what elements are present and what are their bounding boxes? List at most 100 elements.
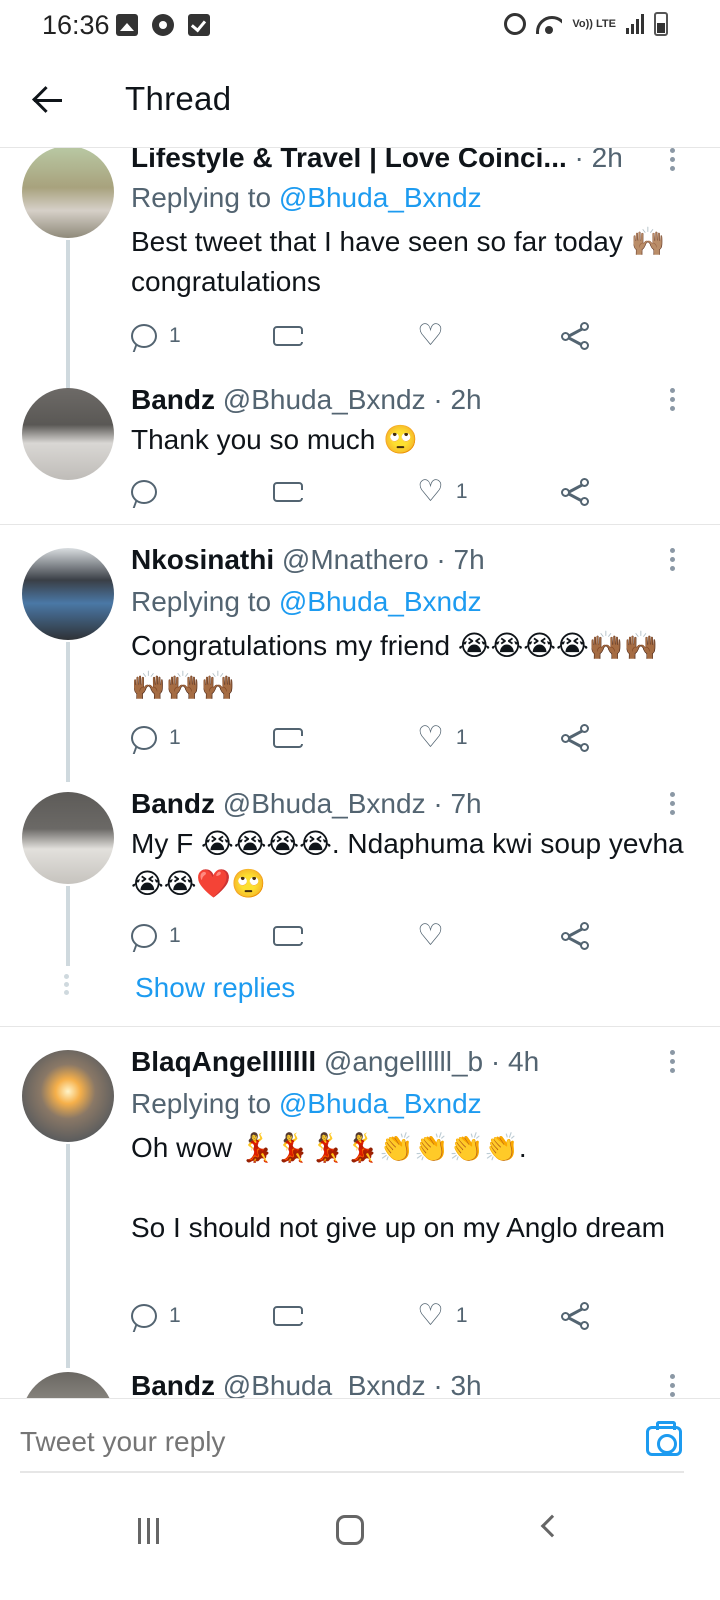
retweet-icon — [273, 926, 305, 946]
reply-count: 1 — [169, 924, 181, 947]
retweet-button[interactable] — [273, 1298, 315, 1334]
more-options-icon[interactable] — [668, 548, 676, 576]
more-options-icon[interactable] — [668, 388, 676, 416]
author-name[interactable]: Lifestyle & Travel | Love Coinci... — [131, 148, 567, 173]
replying-to-mention[interactable]: @Bhuda_Bxndz — [279, 586, 482, 617]
reply-button[interactable] — [131, 474, 169, 510]
tweet-time: · 2h — [574, 148, 623, 173]
heart-icon: ♡ — [417, 1299, 444, 1332]
author-handle[interactable]: @Bhuda_Bxndz — [223, 384, 426, 415]
like-count: 1 — [455, 1304, 468, 1327]
retweet-button[interactable] — [273, 474, 315, 510]
author-handle[interactable]: @Bhuda_Bxndz — [223, 1370, 426, 1398]
share-icon — [561, 922, 589, 950]
avatar[interactable] — [22, 792, 114, 884]
tweet-time: · 4h — [490, 1046, 540, 1077]
volte-icon: Vo)) LTE — [572, 17, 616, 30]
reply-button[interactable]: 1 — [131, 318, 181, 354]
thread-line — [66, 642, 70, 782]
author-name[interactable]: BlaqAngelllllll — [131, 1046, 316, 1077]
author-name[interactable]: Bandz — [131, 788, 215, 819]
replying-prefix: Replying to — [131, 1088, 279, 1119]
heart-icon: ♡ — [417, 919, 444, 952]
share-icon — [561, 724, 589, 752]
share-button[interactable] — [561, 474, 589, 510]
retweet-button[interactable] — [273, 318, 315, 354]
home-icon[interactable] — [336, 1515, 364, 1545]
gear-icon — [152, 14, 174, 36]
tweet[interactable]: BlaqAngelllllll @angellllll_b · 4h Reply… — [0, 1036, 720, 1368]
status-bar: 16:36 Vo)) LTE — [0, 0, 720, 52]
author-name[interactable]: Nkosinathi — [131, 544, 274, 575]
share-button[interactable] — [561, 720, 589, 756]
page-title: Thread — [125, 80, 232, 117]
recent-apps-icon[interactable] — [138, 1518, 166, 1544]
checkbox-icon — [188, 14, 210, 36]
tweet-time: · 2h — [433, 384, 482, 415]
reply-icon — [131, 324, 157, 348]
tweet-time: · 3h — [433, 1370, 482, 1398]
reply-icon — [131, 924, 157, 948]
retweet-icon — [273, 482, 305, 502]
show-replies-link[interactable]: Show replies — [135, 972, 295, 1004]
camera-icon[interactable] — [646, 1421, 682, 1456]
tweet-actions: 1 ♡ — [131, 918, 611, 954]
signal-icon — [626, 14, 644, 34]
tweet[interactable]: Bandz @Bhuda_Bxndz · 3h — [0, 1370, 720, 1398]
replying-to-mention[interactable]: @Bhuda_Bxndz — [279, 1088, 482, 1119]
divider — [0, 1026, 720, 1027]
more-options-icon[interactable] — [668, 148, 676, 176]
more-options-icon[interactable] — [668, 1374, 676, 1398]
more-options-icon[interactable] — [668, 1050, 676, 1078]
back-icon[interactable] — [540, 1514, 564, 1538]
thread-line — [66, 240, 70, 390]
author-name[interactable]: Bandz — [131, 384, 215, 415]
tweet[interactable]: Nkosinathi @Mnathero · 7h Replying to @B… — [0, 534, 720, 782]
avatar[interactable] — [22, 548, 114, 640]
system-nav-bar — [0, 1478, 720, 1600]
tweet[interactable]: Bandz @Bhuda_Bxndz · 2h Thank you so muc… — [0, 374, 720, 524]
thread-feed[interactable]: Lifestyle & Travel | Love Coinci... · 2h… — [0, 148, 720, 1398]
tweet-time: · 7h — [436, 544, 485, 575]
avatar[interactable] — [22, 1372, 114, 1398]
reply-icon — [131, 1304, 157, 1328]
author-handle[interactable]: @angellllll_b — [324, 1046, 483, 1077]
more-options-icon[interactable] — [668, 792, 676, 820]
tweet-text: Oh wow 💃💃💃💃👏👏👏👏. — [131, 1132, 527, 1163]
author-handle[interactable]: @Bhuda_Bxndz — [223, 788, 426, 819]
reply-button[interactable]: 1 — [131, 720, 181, 756]
reply-button[interactable]: 1 — [131, 918, 181, 954]
reply-count: 1 — [169, 1304, 181, 1327]
like-button[interactable]: ♡ — [417, 918, 456, 954]
thread-line — [66, 886, 70, 966]
replying-prefix: Replying to — [131, 182, 279, 213]
reply-button[interactable]: 1 — [131, 1298, 181, 1334]
app-header: Thread — [0, 52, 720, 148]
author-handle[interactable]: @Mnathero — [282, 544, 429, 575]
replying-to-mention[interactable]: @Bhuda_Bxndz — [279, 182, 482, 213]
retweet-button[interactable] — [273, 720, 315, 756]
like-count: 1 — [455, 480, 468, 503]
tweet[interactable]: Lifestyle & Travel | Love Coinci... · 2h… — [0, 148, 720, 390]
like-button[interactable]: ♡ 1 — [417, 474, 468, 510]
share-button[interactable] — [561, 1298, 589, 1334]
thread-line — [66, 1144, 70, 1368]
reply-input[interactable] — [20, 1413, 684, 1473]
back-arrow-icon[interactable] — [30, 80, 70, 120]
like-button[interactable]: ♡ 1 — [417, 720, 468, 756]
tweet-actions: ♡ 1 — [131, 474, 611, 510]
author-name[interactable]: Bandz — [131, 1370, 215, 1398]
share-button[interactable] — [561, 318, 589, 354]
avatar[interactable] — [22, 388, 114, 480]
share-button[interactable] — [561, 918, 589, 954]
tweet-actions: 1 ♡ 1 — [131, 1298, 611, 1334]
avatar[interactable] — [22, 148, 114, 238]
tweet[interactable]: Bandz @Bhuda_Bxndz · 7h My F 😭😭😭😭. Ndaph… — [0, 778, 720, 1028]
retweet-button[interactable] — [273, 918, 315, 954]
like-button[interactable]: ♡ 1 — [417, 1298, 468, 1334]
reply-icon — [131, 480, 157, 504]
retweet-icon — [273, 326, 305, 346]
avatar[interactable] — [22, 1050, 114, 1142]
like-button[interactable]: ♡ — [417, 318, 456, 354]
reply-icon — [131, 726, 157, 750]
